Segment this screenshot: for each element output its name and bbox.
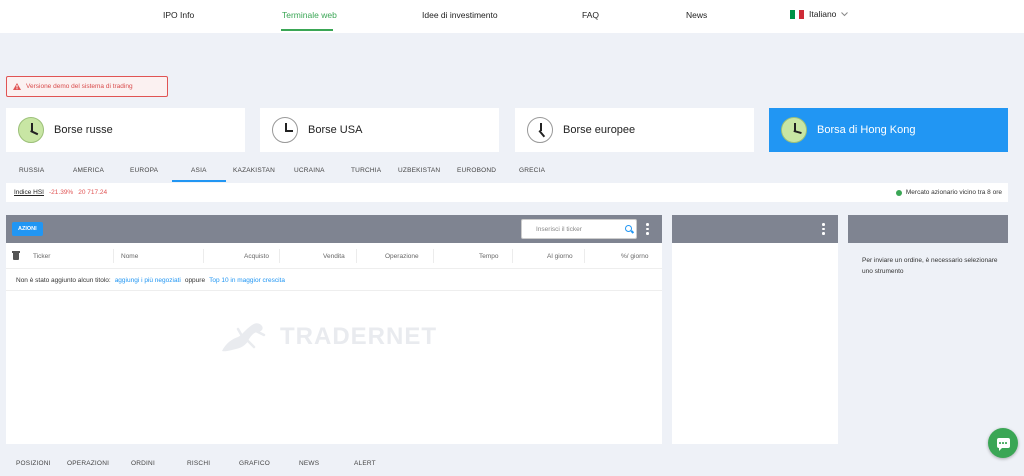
tab-america[interactable]: AMERICA xyxy=(73,167,104,174)
tab-turchia[interactable]: TURCHIA xyxy=(351,167,381,174)
trash-icon[interactable] xyxy=(12,251,20,260)
market-status: Mercato azionario vicino tra 8 ore xyxy=(895,189,1002,196)
language-label: Italiano xyxy=(809,9,837,19)
exchange-label: Borse USA xyxy=(308,124,363,136)
empty-watchlist-or: oppure xyxy=(184,276,206,284)
exchange-label: Borse europee xyxy=(563,124,636,136)
index-name[interactable]: Indice HSI xyxy=(14,189,44,196)
market-tabs: RUSSIA AMERICA EUROPA ASIA KAZAKISTAN UC… xyxy=(0,160,1024,182)
tab-alert[interactable]: ALERT xyxy=(354,460,376,467)
order-panel-header xyxy=(848,215,1008,243)
col-operazione[interactable]: Operazione xyxy=(385,253,419,260)
chevron-down-icon xyxy=(841,11,849,16)
tab-posizioni[interactable]: POSIZIONI xyxy=(16,460,51,467)
clock-icon xyxy=(272,117,298,143)
exchange-card-hong-kong[interactable]: Borsa di Hong Kong xyxy=(769,108,1008,152)
order-book-panel xyxy=(672,215,838,444)
tab-kazakistan[interactable]: KAZAKISTAN xyxy=(233,167,275,174)
tradernet-watermark: TRADERNET xyxy=(212,317,437,357)
add-most-traded-link[interactable]: aggiungi i più negoziati xyxy=(115,277,181,284)
ticker-search-input[interactable] xyxy=(521,219,637,239)
tab-rischi[interactable]: RISCHI xyxy=(187,460,210,467)
demo-warning-banner: Versione demo del sistema di trading xyxy=(6,76,168,97)
tab-grafico[interactable]: GRAFICO xyxy=(239,460,270,467)
tab-uzbekistan[interactable]: UZBEKISTAN xyxy=(398,167,440,174)
chat-button[interactable] xyxy=(988,428,1018,458)
index-value: 20 717.24 xyxy=(78,189,108,196)
nav-faq[interactable]: FAQ xyxy=(582,10,599,20)
tab-eurobond[interactable]: EUROBOND xyxy=(457,167,496,174)
col-acquisto[interactable]: Acquisto xyxy=(244,253,269,260)
tab-ordini[interactable]: ORDINI xyxy=(131,460,155,467)
tab-operazioni[interactable]: OPERAZIONI xyxy=(67,460,109,467)
exchange-card-europee[interactable]: Borse europee xyxy=(515,108,754,152)
tab-ucraina[interactable]: UCRAINA xyxy=(294,167,325,174)
nav-active-indicator xyxy=(281,29,333,31)
warning-icon xyxy=(13,83,21,90)
column-divider xyxy=(512,249,513,263)
more-options-icon[interactable] xyxy=(646,223,649,235)
tab-russia[interactable]: RUSSIA xyxy=(19,167,44,174)
nav-idee-di-investimento[interactable]: Idee di investimento xyxy=(422,10,498,20)
column-divider xyxy=(113,249,114,263)
clock-icon xyxy=(781,117,807,143)
language-selector[interactable]: Italiano xyxy=(790,9,849,19)
demo-warning-text: Versione demo del sistema di trading xyxy=(26,83,133,90)
bottom-tabs: POSIZIONI OPERAZIONI ORDINI RISCHI GRAFI… xyxy=(0,452,1024,476)
top-navigation: IPO Info Terminale web Idee di investime… xyxy=(0,0,1024,33)
empty-watchlist-row: Non è stato aggiunto alcun titolo: aggiu… xyxy=(6,270,662,291)
col-percent-giorno[interactable]: %/ giorno xyxy=(621,253,648,260)
empty-watchlist-text: Non è stato aggiunto alcun titolo: xyxy=(16,276,111,284)
clock-icon xyxy=(18,117,44,143)
exchange-label: Borsa di Hong Kong xyxy=(817,124,916,136)
column-divider xyxy=(356,249,357,263)
col-tempo[interactable]: Tempo xyxy=(479,253,499,260)
clock-icon xyxy=(527,117,553,143)
order-panel: Per inviare un ordine, è necessario sele… xyxy=(848,215,1008,444)
column-divider xyxy=(279,249,280,263)
nav-news[interactable]: News xyxy=(686,10,707,20)
watchlist-header: AZIONI xyxy=(6,215,662,243)
market-tab-active-indicator xyxy=(172,180,226,182)
nav-terminale-web[interactable]: Terminale web xyxy=(282,10,337,20)
status-dot-icon xyxy=(895,189,902,196)
tab-news[interactable]: NEWS xyxy=(299,460,319,467)
tab-asia[interactable]: ASIA xyxy=(191,167,207,174)
chat-icon xyxy=(996,438,1010,451)
col-ticker[interactable]: Ticker xyxy=(33,253,50,260)
search-icon[interactable] xyxy=(625,225,632,232)
column-divider xyxy=(433,249,434,263)
watchlist-panel: AZIONI Ticker Nome Acquisto Vendita Oper… xyxy=(6,215,662,444)
top-10-growth-link[interactable]: Top 10 in maggior crescita xyxy=(209,277,285,284)
exchange-card-russe[interactable]: Borse russe xyxy=(6,108,245,152)
lizard-logo-icon xyxy=(222,323,266,352)
table-header: Ticker Nome Acquisto Vendita Operazione … xyxy=(6,243,662,269)
nav-ipo-info[interactable]: IPO Info xyxy=(163,10,194,20)
column-divider xyxy=(203,249,204,263)
col-vendita[interactable]: Vendita xyxy=(323,253,345,260)
market-status-text: Mercato azionario vicino tra 8 ore xyxy=(905,189,1002,196)
watermark-brand: TRADERNET xyxy=(280,323,437,350)
exchange-card-usa[interactable]: Borse USA xyxy=(260,108,499,152)
exchange-label: Borse russe xyxy=(54,124,113,136)
italy-flag-icon xyxy=(790,9,805,19)
azioni-button[interactable]: AZIONI xyxy=(12,222,43,236)
index-change: -21.39% xyxy=(49,189,74,196)
order-info-text: Per inviare un ordine, è necessario sele… xyxy=(862,257,998,275)
col-al-giorno[interactable]: Al giorno xyxy=(547,253,573,260)
tab-europa[interactable]: EUROPA xyxy=(130,167,158,174)
tab-grecia[interactable]: GRECIA xyxy=(519,167,545,174)
order-book-header xyxy=(672,215,838,243)
col-nome[interactable]: Nome xyxy=(121,253,138,260)
index-strip: Indice HSI -21.39% 20 717.24 Mercato azi… xyxy=(6,183,1008,202)
column-divider xyxy=(584,249,585,263)
more-options-icon[interactable] xyxy=(822,223,825,235)
